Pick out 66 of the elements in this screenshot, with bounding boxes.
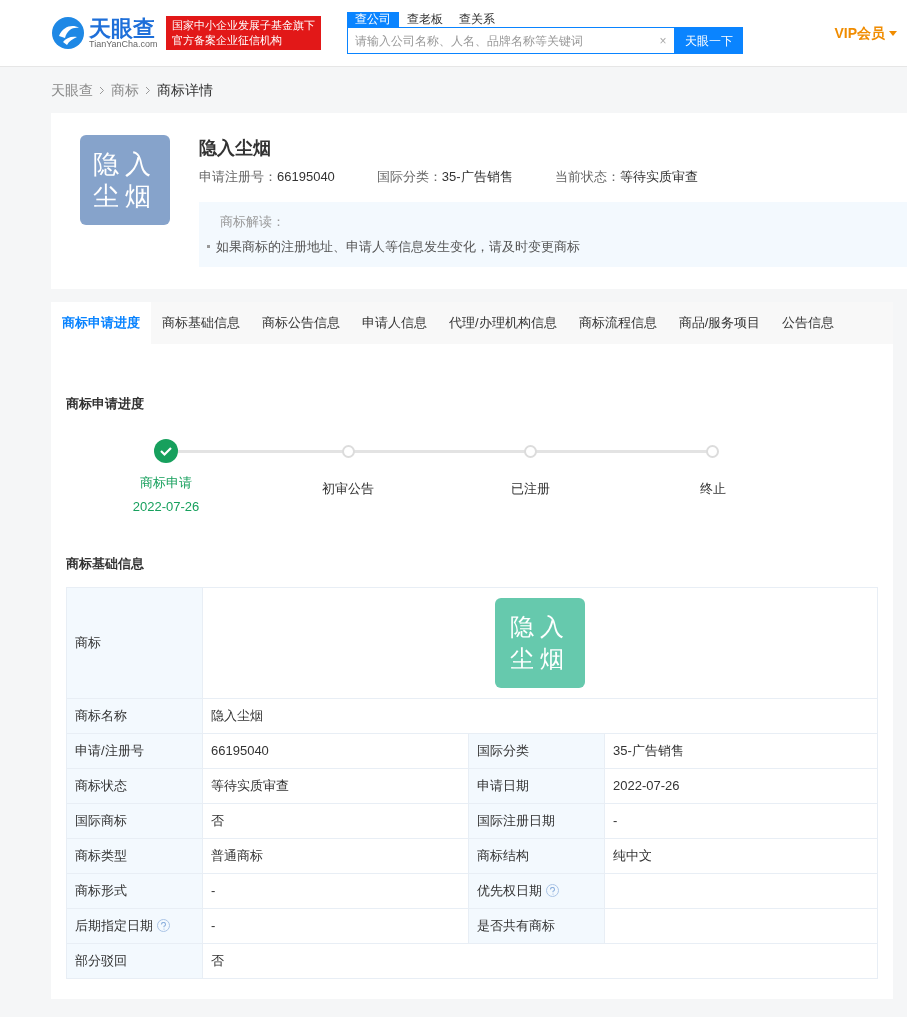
label-cell-text: 申请/注册号 xyxy=(75,741,144,760)
chevron-icon xyxy=(145,85,151,95)
label-cell-text: 国际商标 xyxy=(75,811,127,830)
section-tab[interactable]: 商品/服务项目 xyxy=(667,301,772,344)
label-cell-text: 是否共有商标 xyxy=(477,916,555,935)
certification-badge: 国家中小企业发展子基金旗下 官方备案企业征信机构 xyxy=(165,16,321,50)
chevron-icon xyxy=(99,85,105,95)
value-cell: 普通商标 xyxy=(211,847,263,863)
section-tab[interactable]: 商标流程信息 xyxy=(567,301,668,344)
trademark-image: 隐入 尘烟 xyxy=(495,597,585,688)
search-button[interactable]: 天眼一下 xyxy=(674,27,743,54)
section-tab[interactable]: 代理/办理机构信息 xyxy=(438,301,568,344)
step-date: 2022-07-26 xyxy=(132,497,200,516)
field-value: 35-广告销售 xyxy=(441,168,513,186)
label-cell-text: 后期指定日期 xyxy=(75,916,153,935)
label-cell-text: 国际注册日期 xyxy=(477,811,555,830)
logo-icon xyxy=(51,16,85,50)
label-cell-text: 商标 xyxy=(75,633,101,652)
bullet-icon xyxy=(207,245,210,249)
label-cell-text: 商标状态 xyxy=(75,776,127,795)
value-cell: - xyxy=(211,882,216,898)
section-title: 商标申请进度 xyxy=(66,394,145,413)
search-tab[interactable]: 查公司 xyxy=(346,12,399,27)
step-label: 终止 xyxy=(700,480,726,498)
label-cell-text: 部分驳回 xyxy=(75,951,127,970)
trademark-name: 隐入尘烟 xyxy=(199,137,272,160)
label-cell-text: 商标形式 xyxy=(75,881,127,900)
note-text: 如果商标的注册地址、申请人等信息发生变化，请及时变更商标 xyxy=(216,238,580,256)
field-label: 申请注册号： xyxy=(199,168,277,186)
value-cell: - xyxy=(613,812,618,828)
value-cell: 2022-07-26 xyxy=(613,777,680,793)
label-cell-text: 申请日期 xyxy=(477,776,529,795)
section-title: 商标基础信息 xyxy=(66,555,145,573)
field-value: 等待实质审查 xyxy=(619,168,698,186)
section-tab[interactable]: 商标申请进度 xyxy=(51,301,151,344)
value-cell: 纯中文 xyxy=(613,847,652,863)
value-cell: 35-广告销售 xyxy=(613,742,684,758)
field-label: 当前状态： xyxy=(554,168,620,186)
label-cell-text: 商标类型 xyxy=(75,846,127,865)
field-value: 66195040 xyxy=(277,168,335,186)
search-tab[interactable]: 查老板 xyxy=(398,12,451,27)
step-label: 商标申请 xyxy=(140,474,192,492)
section-tab[interactable]: 公告信息 xyxy=(771,301,846,344)
field-label: 国际分类： xyxy=(376,168,442,186)
value-cell: 否 xyxy=(211,952,224,968)
section-tab[interactable]: 商标公告信息 xyxy=(251,301,351,344)
value-cell: - xyxy=(211,917,216,933)
value-cell: 等待实质审查 xyxy=(211,777,289,793)
label-cell-text: 商标名称 xyxy=(75,706,127,725)
note-title: 商标解读： xyxy=(219,212,286,231)
logo-subtitle: TianYanCha.com xyxy=(89,39,158,49)
value-cell: 隐入尘烟 xyxy=(211,707,263,723)
step-label: 已注册 xyxy=(511,480,551,498)
value-cell: 否 xyxy=(211,812,224,828)
caret-icon xyxy=(889,30,897,36)
step-label: 初审公告 xyxy=(322,480,375,498)
section-tab[interactable]: 商标基础信息 xyxy=(151,301,251,344)
trademark-image: 隐入 尘烟 xyxy=(80,135,170,225)
breadcrumb-link[interactable]: 商标 xyxy=(111,79,139,101)
value-cell: 66195040 xyxy=(211,742,269,758)
section-tab[interactable]: 申请人信息 xyxy=(351,301,438,344)
logo-text: 天眼查 xyxy=(89,17,155,40)
label-cell-text: 国际分类 xyxy=(477,741,529,760)
search-tab[interactable]: 查关系 xyxy=(450,12,503,27)
label-cell-text: 优先权日期 xyxy=(477,881,542,900)
label-cell-text: 商标结构 xyxy=(477,846,529,865)
